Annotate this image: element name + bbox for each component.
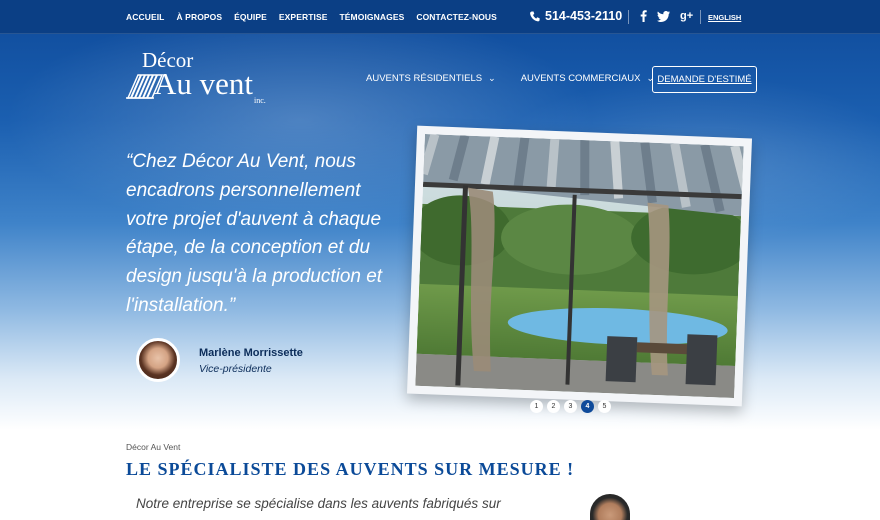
testimonial-quote: “Chez Décor Au Vent, nous encadrons pers… xyxy=(126,151,383,316)
nav-label: AUVENTS RÉSIDENTIELS xyxy=(366,73,483,84)
language-switch[interactable]: ENGLISH xyxy=(708,13,741,22)
topnav-contactez-nous[interactable]: CONTACTEZ-NOUS xyxy=(416,12,497,22)
topnav-expertise[interactable]: EXPERTISE xyxy=(279,12,328,22)
person-role: Vice-présidente xyxy=(199,363,272,375)
person-name: Marlène Morrissette xyxy=(199,347,303,359)
slider-dot[interactable]: 1 xyxy=(530,400,543,413)
estimate-request-button[interactable]: DEMANDE D'ESTIMÉ xyxy=(652,66,757,93)
page-heading: LE SPÉCIALISTE DES AUVENTS SUR MESURE ! xyxy=(126,459,575,479)
social-links: g+ xyxy=(640,10,693,22)
slider-pagination: 1 2 3 4 5 xyxy=(530,400,611,413)
phone-number: 514-453-2110 xyxy=(545,9,623,23)
intro-paragraph: Notre entreprise se spécialise dans les … xyxy=(136,496,501,511)
logo-text-au-vent: Au vent xyxy=(154,66,254,101)
twitter-icon[interactable] xyxy=(657,10,670,22)
top-bar: ACCUEIL À PROPOS ÉQUIPE EXPERTISE TÉMOIG… xyxy=(0,0,880,34)
top-navigation: ACCUEIL À PROPOS ÉQUIPE EXPERTISE TÉMOIG… xyxy=(126,12,497,22)
topnav-a-propos[interactable]: À PROPOS xyxy=(176,12,222,22)
phone-icon xyxy=(530,11,540,21)
phone-link[interactable]: 514-453-2110 xyxy=(530,9,622,23)
divider xyxy=(628,10,629,24)
divider xyxy=(700,10,701,24)
patio-awning-image xyxy=(415,133,744,399)
slider-dot[interactable]: 2 xyxy=(547,400,560,413)
staff-portrait xyxy=(590,494,630,520)
topnav-accueil[interactable]: ACCUEIL xyxy=(126,12,164,22)
hero-section: ACCUEIL À PROPOS ÉQUIPE EXPERTISE TÉMOIG… xyxy=(0,0,880,430)
slider-dot[interactable]: 3 xyxy=(564,400,577,413)
slider-dot[interactable]: 5 xyxy=(598,400,611,413)
topnav-temoignages[interactable]: TÉMOIGNAGES xyxy=(340,12,405,22)
topnav-equipe[interactable]: ÉQUIPE xyxy=(234,12,267,22)
avatar xyxy=(136,338,180,382)
breadcrumb[interactable]: Décor Au Vent xyxy=(126,442,180,452)
main-navigation: AUVENTS RÉSIDENTIELS ⌄ AUVENTS COMMERCIA… xyxy=(366,73,654,84)
nav-auvents-residentiels[interactable]: AUVENTS RÉSIDENTIELS ⌄ xyxy=(366,73,496,84)
chevron-down-icon: ⌄ xyxy=(488,73,496,83)
logo[interactable]: Décor Au vent inc. xyxy=(126,48,276,108)
logo-text-inc: inc. xyxy=(254,96,266,105)
google-plus-icon[interactable]: g+ xyxy=(680,10,693,22)
facebook-icon[interactable] xyxy=(640,10,647,22)
slider-dot-active[interactable]: 4 xyxy=(581,400,594,413)
nav-auvents-commerciaux[interactable]: AUVENTS COMMERCIAUX ⌄ xyxy=(521,73,654,84)
nav-label: AUVENTS COMMERCIAUX xyxy=(520,73,641,84)
slider-photo[interactable] xyxy=(406,125,753,407)
